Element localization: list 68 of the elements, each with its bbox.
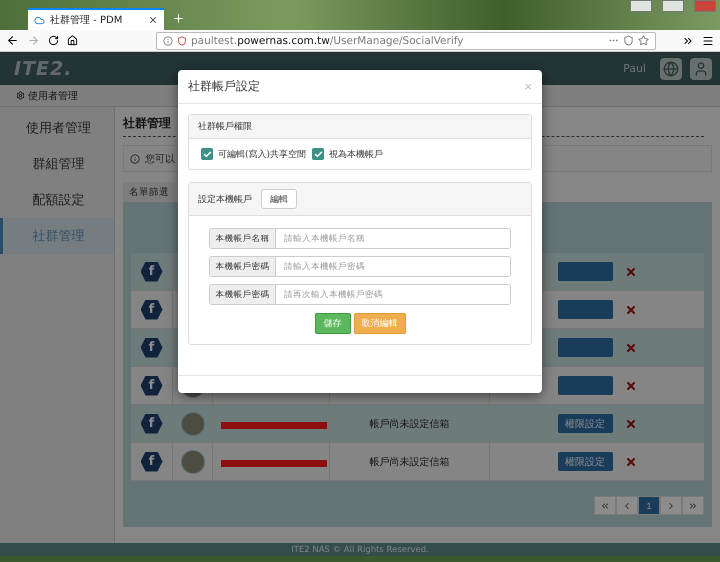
shield-icon — [177, 36, 187, 46]
cloud-icon — [34, 14, 45, 26]
settings-icon — [16, 91, 25, 100]
permission-button[interactable]: 權限設定 — [558, 414, 612, 433]
delete-icon[interactable] — [624, 380, 636, 392]
new-tab-icon[interactable] — [172, 12, 185, 25]
browser-tab[interactable]: 社群管理 - PDM — [28, 8, 164, 30]
reload-icon[interactable] — [48, 35, 59, 46]
checkbox[interactable] — [201, 148, 213, 160]
modal-title: 社群帳戶設定 — [188, 78, 260, 95]
edit-button[interactable]: 編輯 — [261, 189, 297, 209]
save-button[interactable]: 儲存 — [314, 313, 350, 334]
page-button[interactable]: 1 — [638, 496, 660, 515]
minimize-button[interactable] — [662, 0, 684, 12]
delete-icon[interactable] — [624, 342, 636, 354]
network-badge: f — [140, 414, 162, 434]
back-icon[interactable] — [6, 34, 19, 47]
home-icon[interactable] — [67, 35, 78, 46]
permission-button[interactable]: 權限設定 — [558, 452, 612, 471]
sidebar-item[interactable]: 使用者管理 — [0, 110, 114, 146]
logo: ITE2. — [14, 58, 74, 80]
field-label: 本機帳戶密碼 — [210, 285, 276, 304]
pager-button[interactable] — [682, 496, 704, 515]
input-field[interactable]: 本機帳戶密碼 請輸入本機帳戶密碼 — [209, 256, 511, 277]
avatar — [180, 450, 204, 474]
filter-tab[interactable]: 名單篩選 — [123, 182, 175, 202]
delete-icon[interactable] — [624, 456, 636, 468]
first-page-icon — [600, 500, 610, 510]
field-label: 本機帳戶名稱 — [210, 229, 276, 248]
user-icon[interactable] — [690, 58, 712, 80]
network-badge: f — [140, 262, 162, 282]
delete-icon[interactable] — [624, 266, 636, 278]
footer-text: ITE2 NAS © All Rights Reserved. — [0, 543, 720, 556]
star-icon[interactable] — [638, 35, 649, 46]
close-icon[interactable] — [148, 15, 158, 25]
sidebar-item[interactable]: 群組管理 — [0, 146, 114, 182]
email-status: 帳戶尚未設定信箱 — [370, 456, 450, 468]
card-title: 設定本機帳戶 — [198, 194, 252, 206]
delete-icon[interactable] — [624, 304, 636, 316]
network-badge: f — [140, 338, 162, 358]
breadcrumb[interactable]: 使用者管理 — [28, 88, 78, 102]
checkbox-label: 視為本機帳戶 — [329, 148, 384, 160]
info-icon — [163, 36, 173, 46]
checkbox[interactable] — [312, 148, 324, 160]
info-text: 您可以 — [145, 152, 175, 166]
delete-icon[interactable] — [624, 418, 636, 430]
restore-button[interactable] — [630, 0, 652, 12]
input-field[interactable]: 本機帳戶密碼 請再次輸入本機帳戶密碼 — [209, 284, 511, 305]
checkbox-label: 可編輯(寫入)共享空間 — [218, 148, 306, 160]
card-title: 社群帳戶權限 — [198, 120, 252, 133]
menu-icon[interactable] — [702, 34, 714, 46]
globe-icon[interactable] — [660, 58, 682, 80]
input-field[interactable]: 本機帳戶名稱 請輸入本機帳戶名稱 — [209, 228, 511, 249]
network-badge: f — [140, 300, 162, 320]
info-icon — [130, 154, 140, 164]
last-page-icon — [688, 500, 698, 510]
forward-icon[interactable] — [27, 34, 40, 47]
pager-button[interactable] — [594, 496, 616, 515]
address-bar[interactable]: paultest.powernas.com.tw/UserManage/SocialVerify — [156, 32, 656, 50]
sidebar-item[interactable]: 配額設定 — [0, 182, 114, 218]
field-label: 本機帳戶密碼 — [210, 257, 276, 276]
email-status: 帳戶尚未設定信箱 — [370, 418, 450, 430]
avatar — [180, 412, 204, 436]
user-name: Paul — [623, 62, 646, 75]
network-badge: f — [140, 452, 162, 472]
tab-title: 社群管理 - PDM — [50, 14, 124, 27]
url-text: paultest.powernas.com.tw/UserManage/SocialVerify — [191, 34, 464, 46]
network-badge: f — [140, 376, 162, 396]
